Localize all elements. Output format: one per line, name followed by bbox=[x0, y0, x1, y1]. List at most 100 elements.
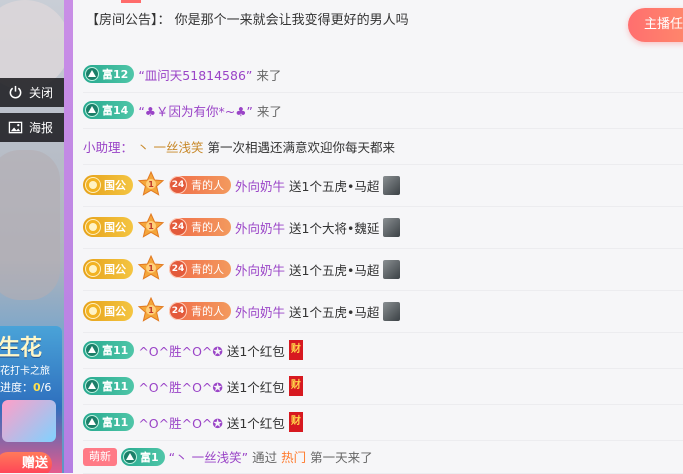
noble-badge: 国公 bbox=[83, 217, 133, 237]
notice-text: 你是那个一来就会让我变得更好的男人吗 bbox=[174, 13, 409, 28]
wealth-level-text: 富11 bbox=[102, 344, 129, 357]
fan-club-name: 青的人 bbox=[191, 263, 224, 276]
user-nickname[interactable]: “丶 一丝浅笑” bbox=[169, 447, 248, 466]
wealth-icon bbox=[85, 415, 99, 429]
power-icon bbox=[9, 85, 22, 99]
level-star-icon: 1 bbox=[137, 297, 165, 325]
chat-message-row: 国公 1 24 青的人 外向奶牛 送1个五虎•马超 bbox=[83, 290, 683, 333]
user-nickname[interactable]: 外向奶牛 bbox=[235, 260, 285, 279]
chat-message-row: 富14 “♣￥因为有你*~♣” 来了 bbox=[83, 92, 683, 129]
wealth-level-badge: 富11 bbox=[83, 341, 135, 359]
fan-level-tag: 24 青的人 bbox=[169, 302, 231, 320]
level-star-icon: 1 bbox=[137, 213, 165, 241]
noble-badge-text: 国公 bbox=[104, 305, 126, 318]
chat-message-row: 富11 ^O^胜^O^✪ 送1个红包财 bbox=[83, 368, 683, 405]
chat-message-row: 小助理：丶 一丝浅笑 第一次相遇还满意欢迎你每天都来 bbox=[83, 128, 683, 165]
video-sofa bbox=[0, 150, 60, 300]
promo-title: 生花 bbox=[0, 336, 43, 361]
wealth-level-badge: 富11 bbox=[83, 413, 135, 431]
wealth-icon bbox=[123, 449, 137, 464]
helper-message: 第一次相遇还满意欢迎你每天都来 bbox=[207, 139, 396, 155]
svg-text:1: 1 bbox=[148, 264, 154, 273]
gift-text: 送1个红包 bbox=[226, 343, 285, 359]
promo-art bbox=[2, 400, 56, 442]
join-text: 来了 bbox=[256, 103, 282, 119]
user-nickname[interactable]: ^O^胜^O^✪ bbox=[138, 377, 223, 396]
wealth-level-text: 富12 bbox=[102, 68, 129, 81]
user-nickname[interactable]: ^O^胜^O^✪ bbox=[138, 413, 223, 432]
wealth-icon bbox=[85, 343, 99, 357]
user-nickname[interactable]: 外向奶牛 bbox=[235, 302, 285, 321]
anchor-task-button[interactable]: 主播任 bbox=[628, 8, 683, 42]
panel-divider bbox=[64, 0, 73, 473]
wealth-level-badge: 富11 bbox=[83, 377, 135, 395]
fan-level-tag: 24 青的人 bbox=[169, 260, 231, 278]
user-nickname[interactable]: “♣￥因为有你*~♣” bbox=[138, 101, 253, 120]
wealth-level-text: 富11 bbox=[102, 380, 129, 393]
svg-text:1: 1 bbox=[148, 180, 154, 189]
gift-text: 送1个大将•魏延 bbox=[289, 220, 380, 236]
noble-badge: 国公 bbox=[83, 301, 133, 321]
noble-icon bbox=[85, 219, 101, 235]
promo-progress: 进度：0/6 bbox=[0, 381, 52, 394]
fan-level-number: 24 bbox=[169, 176, 187, 194]
hot-link[interactable]: 热门 bbox=[281, 447, 306, 466]
fan-level-number: 24 bbox=[169, 302, 187, 320]
wealth-level-text: 富14 bbox=[102, 104, 129, 117]
user-nickname[interactable]: 外向奶牛 bbox=[235, 218, 285, 237]
chat-message-row: 国公 1 24 青的人 外向奶牛 送1个五虎•马超 bbox=[83, 248, 683, 291]
promo-banner[interactable]: 生花 花打卡之旅 进度：0/6 赠送 bbox=[0, 326, 62, 473]
chat-message-row: 萌新 富1 “丶 一丝浅笑” 通过 热门 第一天来了 bbox=[83, 440, 683, 474]
join-via-text: 通过 bbox=[252, 450, 278, 465]
fan-level-tag: 24 青的人 bbox=[169, 218, 231, 236]
svg-text:1: 1 bbox=[148, 222, 154, 231]
notice-prefix: 【房间公告】： bbox=[86, 13, 171, 28]
gift-icon bbox=[383, 217, 401, 237]
gift-text: 送1个红包 bbox=[226, 415, 285, 431]
wealth-icon bbox=[85, 67, 99, 81]
helper-label: 小助理： bbox=[83, 139, 134, 155]
gift-text: 送1个五虎•马超 bbox=[289, 304, 380, 320]
gift-text: 送1个五虎•马超 bbox=[289, 262, 380, 278]
promo-gift-button[interactable]: 赠送 bbox=[0, 452, 52, 473]
gift-icon bbox=[383, 259, 401, 279]
fan-level-tag: 24 青的人 bbox=[169, 176, 231, 194]
chat-message-row: 富12 “皿问天51814586” 来了 bbox=[83, 56, 683, 93]
user-nickname[interactable]: “皿问天51814586” bbox=[138, 65, 252, 84]
newcomer-badge: 萌新 bbox=[83, 447, 117, 466]
fan-level-number: 24 bbox=[169, 218, 187, 236]
noble-badge-text: 国公 bbox=[104, 221, 126, 234]
user-nickname[interactable]: 外向奶牛 bbox=[235, 176, 285, 195]
gift-text: 送1个五虎•马超 bbox=[289, 178, 380, 194]
gift-icon bbox=[383, 175, 401, 195]
red-envelope-icon: 财 bbox=[288, 376, 303, 396]
gift-text: 送1个红包 bbox=[226, 379, 285, 395]
chat-message-row: 富11 ^O^胜^O^✪ 送1个红包财 bbox=[83, 332, 683, 369]
noble-badge: 国公 bbox=[83, 259, 133, 279]
user-nickname[interactable]: ^O^胜^O^✪ bbox=[138, 341, 223, 360]
promo-subtitle: 花打卡之旅 bbox=[0, 366, 50, 377]
image-icon bbox=[8, 121, 23, 134]
chat-panel: 【房间公告】： 你是那个一来就会让我变得更好的男人吗 主播任 富12 “皿问天51… bbox=[73, 0, 683, 474]
chat-message-row: 国公 1 24 青的人 外向奶牛 送1个五虎•马超 bbox=[83, 164, 683, 207]
wealth-level-text: 富11 bbox=[102, 416, 129, 429]
noble-badge: 国公 bbox=[83, 175, 133, 195]
close-button[interactable]: 关闭 bbox=[0, 78, 64, 107]
fan-club-name: 青的人 bbox=[191, 221, 224, 234]
red-envelope-icon: 财 bbox=[288, 412, 303, 432]
poster-button[interactable]: 海报 bbox=[0, 113, 64, 142]
join-tail-text: 第一天来了 bbox=[310, 450, 373, 465]
noble-badge-text: 国公 bbox=[104, 179, 126, 192]
wealth-level-badge: 富12 bbox=[83, 65, 135, 83]
chat-message-row: 国公 1 24 青的人 外向奶牛 送1个大将•魏延 bbox=[83, 206, 683, 249]
poster-label: 海报 bbox=[29, 121, 54, 135]
join-text: 来了 bbox=[256, 67, 282, 83]
gift-icon bbox=[383, 301, 401, 321]
svg-text:1: 1 bbox=[148, 306, 154, 315]
wealth-level-text: 富1 bbox=[140, 450, 159, 464]
noble-badge-text: 国公 bbox=[104, 263, 126, 276]
fan-level-number: 24 bbox=[169, 260, 187, 278]
noble-icon bbox=[85, 303, 101, 319]
helper-user-name[interactable]: 丶 一丝浅笑 bbox=[137, 137, 203, 156]
chat-message-row: 富11 ^O^胜^O^✪ 送1个红包财 bbox=[83, 404, 683, 441]
